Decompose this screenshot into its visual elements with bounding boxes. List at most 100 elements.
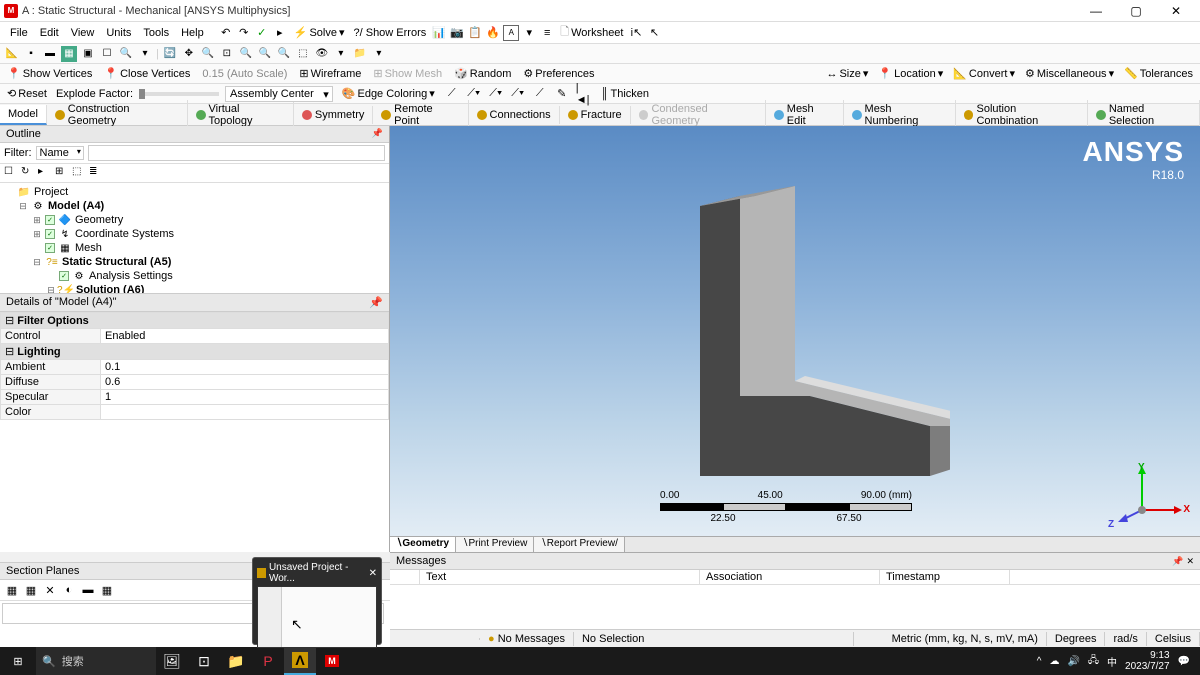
view-tab-geometry[interactable]: ∖Geometry xyxy=(390,537,456,552)
taskbar-clock[interactable]: 9:13 2023/7/27 xyxy=(1125,650,1170,672)
view-icon[interactable]: 👁 xyxy=(314,46,330,62)
worksheet-button[interactable]: 🗋Worksheet xyxy=(557,23,626,42)
toolbar-icon[interactable]: 🔥 xyxy=(485,25,501,41)
select-icon[interactable]: 📐 xyxy=(4,46,20,62)
tab-fracture[interactable]: Fracture xyxy=(560,106,631,124)
zoom-icon[interactable]: 🔍 xyxy=(200,46,216,62)
face-select-icon[interactable]: ▦ xyxy=(61,46,77,62)
minimize-button[interactable]: — xyxy=(1076,0,1116,22)
details-diffuse-value[interactable]: 0.6 xyxy=(101,375,389,390)
pan-icon[interactable]: ✥ xyxy=(181,46,197,62)
messages-col-text[interactable]: Text xyxy=(420,570,700,584)
menu-view[interactable]: View xyxy=(65,25,101,41)
taskbar-app[interactable]: 🖼 xyxy=(156,647,188,675)
close-button[interactable]: ✕ xyxy=(1156,0,1196,22)
convert-dropdown[interactable]: 📐Convert ▾ xyxy=(950,67,1018,80)
tolerances-button[interactable]: 📏Tolerances xyxy=(1121,67,1196,80)
filter-type-dropdown[interactable]: Name xyxy=(36,146,84,160)
toolbar-icon[interactable]: ▾ xyxy=(371,46,387,62)
messages-col-timestamp[interactable]: Timestamp xyxy=(880,570,1010,584)
body-select-icon[interactable]: ▣ xyxy=(80,46,96,62)
tab-virtual-topology[interactable]: Virtual Topology xyxy=(188,100,294,130)
filter-input[interactable] xyxy=(88,145,385,161)
triad[interactable]: Y X Z xyxy=(1114,462,1184,532)
tray-network-icon[interactable]: 🖧 xyxy=(1088,653,1099,670)
show-mesh-button[interactable]: ⊞Show Mesh xyxy=(370,67,445,80)
taskbar-mechanical[interactable]: M xyxy=(316,647,348,675)
box-select-icon[interactable]: ☐ xyxy=(99,46,115,62)
tree-toolbar-icon[interactable]: ↻ xyxy=(21,166,35,180)
toolbar-icon[interactable]: 🔍 xyxy=(276,46,292,62)
section-plane-icon[interactable]: ◐ xyxy=(61,582,77,598)
size-dropdown[interactable]: ↔Size ▾ xyxy=(823,67,871,80)
tray-chevron-icon[interactable]: ^ xyxy=(1037,656,1042,667)
zoom-box-icon[interactable]: 🔍 xyxy=(238,46,254,62)
menu-tools[interactable]: Tools xyxy=(137,25,175,41)
manage-views-icon[interactable]: 📁 xyxy=(352,46,368,62)
pin-icon[interactable]: 📌 xyxy=(1172,556,1183,566)
thumbnail-preview[interactable] xyxy=(257,586,377,648)
section-plane-icon[interactable]: ▦ xyxy=(99,582,115,598)
vertex-select-icon[interactable]: ▪ xyxy=(23,46,39,62)
tab-remote-point[interactable]: Remote Point xyxy=(373,100,468,130)
geometry-model[interactable] xyxy=(640,186,950,496)
section-plane-delete-icon[interactable]: ✕ xyxy=(42,582,58,598)
taskbar-search[interactable]: 🔍 搜索 xyxy=(36,647,156,675)
taskbar-powerpoint[interactable]: P xyxy=(252,647,284,675)
tab-construction-geometry[interactable]: Construction Geometry xyxy=(47,100,188,130)
toolbar-icon[interactable]: ▾ xyxy=(137,46,153,62)
tab-mesh-edit[interactable]: Mesh Edit xyxy=(766,100,844,130)
edge-icon[interactable]: ⟋▾ xyxy=(510,86,526,102)
edge-icon[interactable]: ⟋ xyxy=(532,86,548,102)
stop-icon[interactable]: ▸ xyxy=(272,25,288,41)
details-specular-value[interactable]: 1 xyxy=(101,390,389,405)
edge-coloring-button[interactable]: 🎨Edge Coloring ▾ xyxy=(339,87,438,100)
details-color-value[interactable] xyxy=(101,405,389,420)
close-icon[interactable]: ✕ xyxy=(1186,556,1194,566)
preferences-button[interactable]: ⚙Preferences xyxy=(520,67,597,80)
3d-viewport[interactable]: ANSYS R18.0 0.0045.0090.00 (mm) 22.5067.… xyxy=(390,126,1200,552)
rotate-icon[interactable]: 🔄 xyxy=(162,46,178,62)
iso-view-icon[interactable]: ⬚ xyxy=(295,46,311,62)
taskbar-thumbnail[interactable]: Unsaved Project - Wor... ✕ xyxy=(252,557,382,645)
misc-dropdown[interactable]: ⚙Miscellaneous ▾ xyxy=(1022,67,1117,80)
toolbar-icon[interactable]: 📋 xyxy=(467,25,483,41)
edge-icon[interactable]: ⟋▾ xyxy=(488,86,504,102)
pin-icon[interactable]: 📌 xyxy=(372,128,383,140)
tree-toolbar-icon[interactable]: ≣ xyxy=(89,166,103,180)
toolbar-icon[interactable]: 📊 xyxy=(431,25,447,41)
view-tab-report-preview[interactable]: ∖Report Preview/ xyxy=(534,537,625,552)
section-plane-icon[interactable]: ▬ xyxy=(80,582,96,598)
toolbar-icon[interactable]: i↖ xyxy=(628,25,644,41)
tree-analysis-settings[interactable]: ✓⚙Analysis Settings xyxy=(4,269,385,283)
start-button[interactable]: ⊞ xyxy=(0,647,36,675)
random-button[interactable]: 🎲Random xyxy=(451,67,514,80)
check-icon[interactable]: ✓ xyxy=(254,25,270,41)
pin-icon[interactable]: 📌 xyxy=(369,296,383,309)
view-tab-print-preview[interactable]: ∖Print Preview xyxy=(456,537,534,552)
forward-icon[interactable]: ↷ xyxy=(236,25,252,41)
location-dropdown[interactable]: 📍Location ▾ xyxy=(875,67,946,80)
details-control-value[interactable]: Enabled xyxy=(101,329,389,344)
close-vertices-button[interactable]: 📍Close Vertices xyxy=(101,67,193,80)
reset-button[interactable]: ⟲Reset xyxy=(4,87,50,100)
back-icon[interactable]: ↶ xyxy=(218,25,234,41)
tray-volume-icon[interactable]: 🔊 xyxy=(1067,656,1079,667)
tab-solution-combination[interactable]: Solution Combination xyxy=(956,100,1088,130)
toolbar-icon[interactable]: ▾ xyxy=(333,46,349,62)
wireframe-button[interactable]: ⊞Wireframe xyxy=(296,67,364,80)
solve-button[interactable]: Solve ▾ xyxy=(290,26,349,39)
tree-geometry[interactable]: ⊞✓🔷Geometry xyxy=(4,213,385,227)
explode-slider[interactable] xyxy=(139,92,219,96)
tree-static-structural[interactable]: ⊟?≡Static Structural (A5) xyxy=(4,255,385,269)
tree-coordinate-systems[interactable]: ⊞✓↯Coordinate Systems xyxy=(4,227,385,241)
edge-icon[interactable]: |◄| xyxy=(576,86,592,102)
toolbar-icon[interactable]: ▾ xyxy=(521,25,537,41)
section-plane-icon[interactable]: ▦ xyxy=(23,582,39,598)
thumbnail-close-icon[interactable]: ✕ xyxy=(369,568,377,579)
tree-toolbar-icon[interactable]: ☐ xyxy=(4,166,18,180)
tray-onedrive-icon[interactable]: ☁ xyxy=(1049,656,1059,667)
menu-file[interactable]: File xyxy=(4,25,34,41)
show-vertices-button[interactable]: 📍Show Vertices xyxy=(4,67,95,80)
toolbar-icon[interactable]: 🔍 xyxy=(257,46,273,62)
